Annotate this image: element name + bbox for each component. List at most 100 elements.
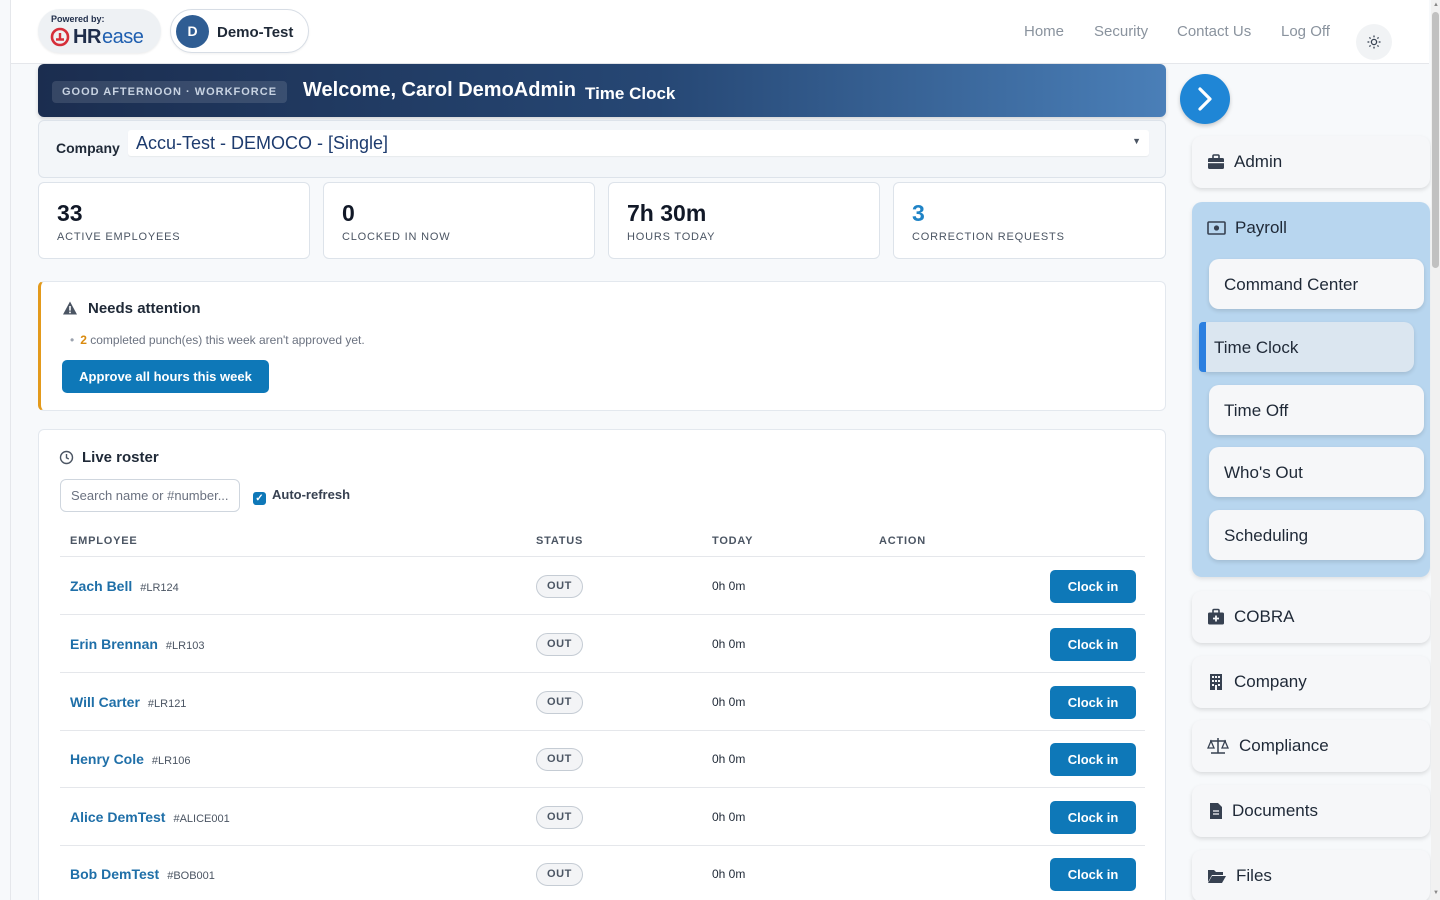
sidebar-subitem-scheduling[interactable]: Scheduling: [1209, 510, 1424, 560]
company-switcher[interactable]: D Demo-Test: [170, 9, 309, 53]
nav-contact-us[interactable]: Contact Us: [1177, 23, 1251, 40]
today-hours: 0h 0m: [712, 579, 746, 593]
employee-id: #ALICE001: [173, 813, 230, 825]
warning-icon: [63, 301, 77, 315]
hrease-brand[interactable]: Powered by: HR ease: [38, 9, 161, 53]
money-bill-icon: [1207, 221, 1226, 235]
employee-name[interactable]: Will Carter: [70, 694, 140, 710]
stat-hours-today: 7h 30m HOURS TODAY: [608, 182, 880, 259]
employee-name-link[interactable]: Henry Cole #LR106: [70, 751, 190, 767]
employee-name[interactable]: Bob DemTest: [70, 866, 159, 882]
sidebar-subitem-time-clock[interactable]: Time Clock: [1199, 322, 1414, 372]
status-badge: OUT: [536, 863, 583, 886]
sidebar-item-cobra[interactable]: COBRA: [1192, 591, 1430, 643]
clock-in-button[interactable]: Clock in: [1050, 686, 1136, 719]
checkbox-checked-icon: ✓: [253, 492, 266, 505]
nav-log-off[interactable]: Log Off: [1281, 23, 1330, 40]
clock-in-button[interactable]: Clock in: [1050, 858, 1136, 891]
roster-search-input[interactable]: [60, 479, 240, 512]
stat-value: 7h 30m: [627, 200, 707, 226]
sidebar-item-compliance[interactable]: Compliance: [1192, 720, 1430, 772]
sidebar-item-label: COBRA: [1234, 607, 1295, 626]
company-avatar: D: [176, 15, 209, 48]
status-badge: OUT: [536, 806, 583, 829]
clock-in-button[interactable]: Clock in: [1050, 628, 1136, 661]
company-select[interactable]: Accu-Test - DEMOCO - [Single] ▼: [128, 130, 1149, 156]
status-badge: OUT: [536, 748, 583, 771]
employee-name-link[interactable]: Zach Bell #LR124: [70, 578, 179, 594]
column-header-employee: EMPLOYEE: [70, 535, 138, 547]
sidebar-item-label: Company: [1234, 672, 1307, 691]
employee-name-link[interactable]: Alice DemTest #ALICE001: [70, 809, 230, 825]
sidebar-subitem-whos-out[interactable]: Who's Out: [1209, 447, 1424, 497]
clock-in-button[interactable]: Clock in: [1050, 801, 1136, 834]
auto-refresh-label: Auto-refresh: [272, 487, 351, 502]
column-header-today: TODAY: [712, 535, 754, 547]
employee-name-link[interactable]: Bob DemTest #BOB001: [70, 866, 215, 882]
balance-scale-icon: [1207, 738, 1229, 754]
today-hours: 0h 0m: [712, 810, 746, 824]
sidebar-subitem-label: Time Clock: [1214, 338, 1299, 357]
table-row: Will Carter #LR121 OUT 0h 0m Clock in: [60, 673, 1145, 731]
sidebar-group-payroll: Payroll Command Center Time Clock Time O…: [1192, 202, 1430, 577]
sidebar-subitem-label: Command Center: [1224, 275, 1359, 294]
company-select-label: Company: [56, 140, 120, 156]
folder-open-icon: [1208, 870, 1226, 883]
employee-id: #LR106: [151, 755, 191, 767]
scroll-down-icon[interactable]: ▼: [1433, 890, 1439, 896]
today-hours: 0h 0m: [712, 695, 746, 709]
clock-in-button[interactable]: Clock in: [1050, 743, 1136, 776]
welcome-greeting: Welcome, Carol DemoAdmin: [303, 79, 577, 101]
sidebar-item-company[interactable]: Company: [1192, 656, 1430, 708]
approve-all-hours-button[interactable]: Approve all hours this week: [62, 360, 269, 393]
company-select-value: Accu-Test - DEMOCO - [Single]: [136, 133, 389, 153]
bullet-dot: •: [70, 333, 75, 347]
stat-clocked-in-now: 0 CLOCKED IN NOW: [323, 182, 595, 259]
scrollbar-thumb[interactable]: [1432, 12, 1439, 268]
sidebar-item-documents[interactable]: Documents: [1192, 785, 1430, 837]
employee-name[interactable]: Zach Bell: [70, 578, 132, 594]
stat-correction-requests[interactable]: 3 CORRECTION REQUESTS: [893, 182, 1166, 259]
sidebar-subitem-command-center[interactable]: Command Center: [1209, 259, 1424, 309]
status-badge: OUT: [536, 691, 583, 714]
top-bar: Powered by: HR ease D Demo-Test Home Sec…: [11, 0, 1429, 64]
sidebar-item-label: Files: [1236, 866, 1272, 885]
table-row: Erin Brennan #LR103 OUT 0h 0m Clock in: [60, 615, 1145, 673]
stat-value: 3: [912, 200, 925, 226]
module-title: Time Clock: [585, 84, 676, 103]
stat-label: CORRECTION REQUESTS: [912, 231, 1065, 243]
sidebar-item-files[interactable]: Files: [1192, 850, 1430, 900]
sidebar-item-admin[interactable]: Admin: [1192, 136, 1430, 188]
stat-active-employees: 33 ACTIVE EMPLOYEES: [38, 182, 310, 259]
employee-name[interactable]: Henry Cole: [70, 751, 144, 767]
clock-in-button[interactable]: Clock in: [1050, 570, 1136, 603]
stat-value: 0: [342, 200, 355, 226]
scroll-up-icon[interactable]: ▲: [1433, 2, 1439, 8]
auto-refresh-checkbox[interactable]: ✓ Auto-refresh: [253, 487, 350, 505]
page-scrollbar[interactable]: ▲ ▼: [1431, 0, 1440, 900]
table-row: Alice DemTest #ALICE001 OUT 0h 0m Clock i…: [60, 788, 1145, 846]
employee-id: #LR121: [147, 698, 187, 710]
building-icon: [1210, 674, 1222, 690]
employee-name[interactable]: Erin Brennan: [70, 636, 158, 652]
sidebar-subitem-time-off[interactable]: Time Off: [1209, 385, 1424, 435]
employee-id: #BOB001: [167, 870, 215, 882]
column-header-action: ACTION: [879, 535, 926, 547]
column-header-status: STATUS: [536, 535, 584, 547]
unapproved-count: 2: [80, 333, 87, 347]
sidebar-expand-button[interactable]: [1180, 74, 1230, 124]
medical-kit-icon: [1208, 608, 1224, 625]
table-row: Zach Bell #LR124 OUT 0h 0m Clock in: [60, 557, 1145, 615]
nav-home[interactable]: Home: [1024, 23, 1064, 40]
stat-label: ACTIVE EMPLOYEES: [57, 231, 181, 243]
powered-by-label: Powered by:: [51, 14, 105, 24]
company-name: Demo-Test: [217, 24, 294, 41]
needs-attention-title: Needs attention: [88, 300, 201, 317]
theme-toggle-button[interactable]: [1356, 24, 1392, 60]
employee-name-link[interactable]: Will Carter #LR121: [70, 694, 186, 710]
nav-security[interactable]: Security: [1094, 23, 1148, 40]
live-roster-title: Live roster: [82, 449, 159, 466]
employee-name-link[interactable]: Erin Brennan #LR103: [70, 636, 204, 652]
employee-name[interactable]: Alice DemTest: [70, 809, 165, 825]
page-edge: [10, 0, 11, 900]
